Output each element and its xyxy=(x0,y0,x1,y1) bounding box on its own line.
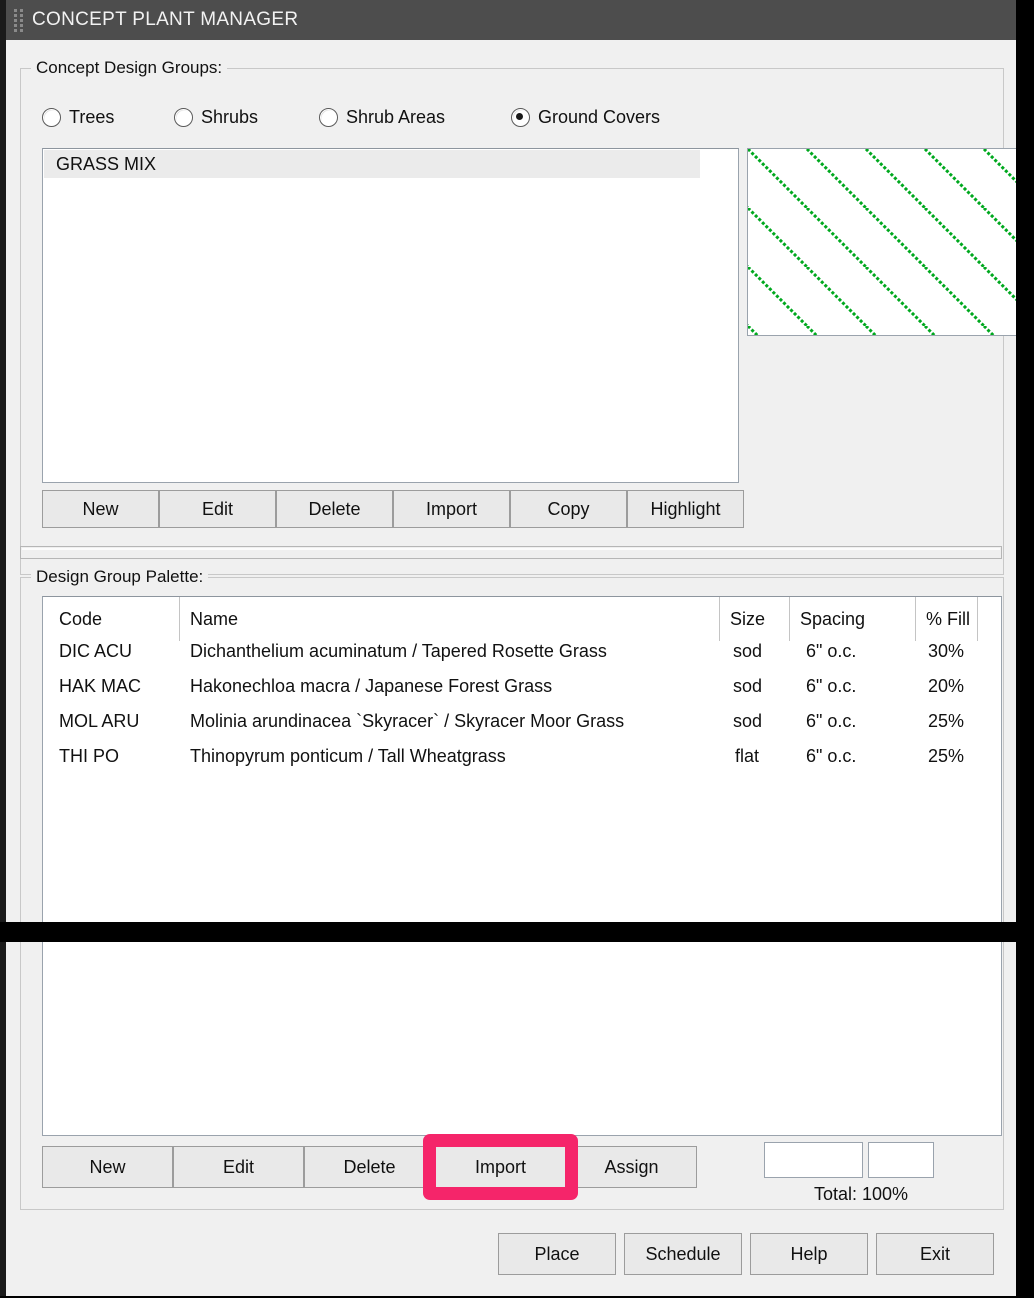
frame-split-band xyxy=(0,922,1034,942)
table-row[interactable]: THI PO Thinopyrum ponticum / Tall Wheatg… xyxy=(43,746,1001,781)
table-row[interactable]: HAK MAC Hakonechloa macra / Japanese For… xyxy=(43,676,1001,711)
concept-plant-manager-dialog: CONCEPT PLANT MANAGER Concept Design Gro… xyxy=(6,0,1032,1296)
radio-shrub-areas-label: Shrub Areas xyxy=(346,107,446,127)
cell-spacing: 6" o.c. xyxy=(806,676,857,696)
cell-code: MOL ARU xyxy=(59,711,140,731)
column-header-name[interactable]: Name xyxy=(190,609,238,630)
help-button[interactable]: Help xyxy=(750,1233,868,1275)
column-header-fill[interactable]: % Fill xyxy=(926,609,970,630)
percent-field-2[interactable] xyxy=(868,1142,934,1178)
design-group-delete-button[interactable]: Delete xyxy=(276,490,393,528)
column-header-spacing[interactable]: Spacing xyxy=(800,609,865,630)
title-bar[interactable]: CONCEPT PLANT MANAGER xyxy=(6,0,1016,40)
cell-size: sod xyxy=(733,641,763,661)
cell-size: flat xyxy=(735,746,760,766)
cell-size: sod xyxy=(733,711,763,731)
place-button[interactable]: Place xyxy=(498,1233,616,1275)
cell-code: HAK MAC xyxy=(59,676,142,696)
palette-table-inner: Code Name Size Spacing % Fill DIC ACU Di… xyxy=(43,597,1001,781)
radio-ground-covers[interactable]: Ground Covers xyxy=(511,107,660,128)
design-group-edit-button[interactable]: Edit xyxy=(159,490,276,528)
schedule-button[interactable]: Schedule xyxy=(624,1233,742,1275)
radio-shrubs-label: Shrubs xyxy=(201,107,259,127)
palette-import-button[interactable]: Import xyxy=(435,1146,566,1188)
cell-name: Dichanthelium acuminatum / Tapered Roset… xyxy=(190,641,607,661)
panel-splitter[interactable] xyxy=(20,546,1002,559)
dialog-body: Concept Design Groups: Trees Shrubs Shru… xyxy=(6,40,1032,1296)
radio-ground-covers-label: Ground Covers xyxy=(538,107,661,127)
design-group-palette-legend: Design Group Palette: xyxy=(31,567,209,587)
palette-assign-button[interactable]: Assign xyxy=(566,1146,697,1188)
radio-shrubs-dot xyxy=(174,108,193,127)
total-label: Total: 100% xyxy=(814,1184,909,1204)
cell-fill: 25% xyxy=(928,746,965,766)
drag-grip-icon[interactable] xyxy=(14,8,24,32)
cell-code: DIC ACU xyxy=(59,641,133,661)
frame-edge-left xyxy=(0,0,6,1298)
screen-root: CONCEPT PLANT MANAGER Concept Design Gro… xyxy=(0,0,1034,1298)
radio-trees[interactable]: Trees xyxy=(42,107,174,128)
header-divider xyxy=(915,597,916,641)
palette-edit-button[interactable]: Edit xyxy=(173,1146,304,1188)
cell-spacing: 6" o.c. xyxy=(806,746,857,766)
design-group-copy-button[interactable]: Copy xyxy=(510,490,627,528)
cell-name: Thinopyrum ponticum / Tall Wheatgrass xyxy=(190,746,506,766)
column-header-code[interactable]: Code xyxy=(59,609,102,630)
diagonal-hatch-icon xyxy=(748,149,1031,335)
radio-trees-label: Trees xyxy=(69,107,115,127)
design-group-type-radios: Trees Shrubs Shrub Areas Ground Covers xyxy=(42,107,660,128)
window-title: CONCEPT PLANT MANAGER xyxy=(32,9,299,30)
header-divider xyxy=(789,597,790,641)
palette-table-header: Code Name Size Spacing % Fill xyxy=(43,597,1001,641)
table-row[interactable]: DIC ACU Dichanthelium acuminatum / Taper… xyxy=(43,641,1001,676)
frame-edge-right xyxy=(1016,0,1034,1298)
palette-table[interactable]: Code Name Size Spacing % Fill DIC ACU Di… xyxy=(42,596,1002,1136)
list-item[interactable]: GRASS MIX xyxy=(44,150,700,178)
radio-shrub-areas[interactable]: Shrub Areas xyxy=(319,107,511,128)
cell-fill: 30% xyxy=(928,641,965,661)
radio-shrub-areas-dot xyxy=(319,108,338,127)
column-header-size[interactable]: Size xyxy=(730,609,765,630)
table-row[interactable]: MOL ARU Molinia arundinacea `Skyracer` /… xyxy=(43,711,1001,746)
header-divider xyxy=(179,597,180,641)
header-divider xyxy=(719,597,720,641)
palette-delete-button[interactable]: Delete xyxy=(304,1146,435,1188)
concept-design-groups-legend: Concept Design Groups: xyxy=(31,58,228,78)
radio-trees-dot xyxy=(42,108,61,127)
cell-name: Molinia arundinacea `Skyracer` / Skyrace… xyxy=(190,711,625,731)
cell-code: THI PO xyxy=(59,746,120,766)
design-group-listbox[interactable]: GRASS MIX xyxy=(42,148,739,483)
palette-new-button[interactable]: New xyxy=(42,1146,173,1188)
radio-ground-covers-dot xyxy=(511,108,530,127)
radio-shrubs[interactable]: Shrubs xyxy=(174,107,319,128)
percent-field-1[interactable] xyxy=(764,1142,863,1178)
design-group-import-button[interactable]: Import xyxy=(393,490,510,528)
header-divider xyxy=(977,597,978,641)
cell-fill: 25% xyxy=(928,711,965,731)
exit-button[interactable]: Exit xyxy=(876,1233,994,1275)
cell-name: Hakonechloa macra / Japanese Forest Gras… xyxy=(190,676,553,696)
cell-spacing: 6" o.c. xyxy=(806,641,857,661)
hatch-pattern-preview xyxy=(747,148,1032,336)
design-group-highlight-button[interactable]: Highlight xyxy=(627,490,744,528)
cell-spacing: 6" o.c. xyxy=(806,711,857,731)
cell-size: sod xyxy=(733,676,763,696)
cell-fill: 20% xyxy=(928,676,965,696)
design-group-new-button[interactable]: New xyxy=(42,490,159,528)
